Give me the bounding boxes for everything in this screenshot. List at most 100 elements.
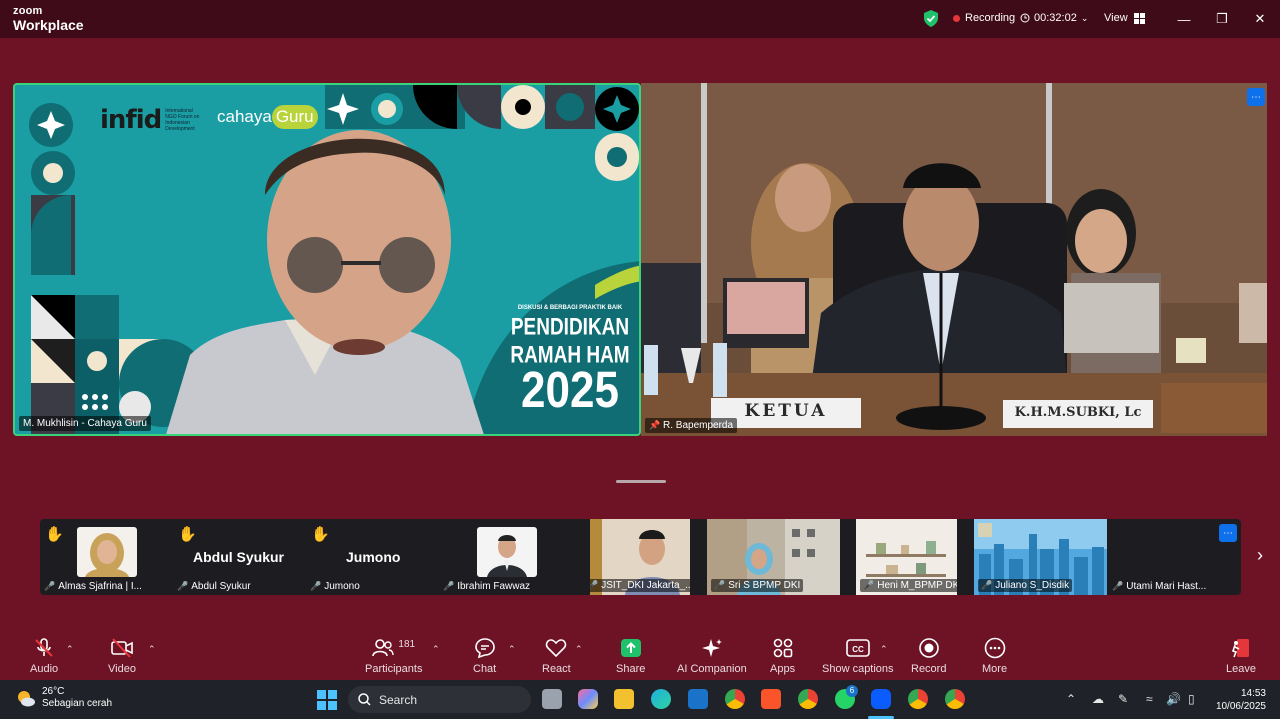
chat-button[interactable]: Chat [473,636,496,675]
gallery-tile[interactable]: 🎤 Heni M_BPMP DKI [856,519,957,595]
windows-start-icon[interactable] [317,690,337,710]
chrome-profile-icon[interactable] [725,689,745,709]
sparkle-icon [701,636,723,660]
share-button[interactable]: Share [616,636,645,675]
more-icon [984,636,1006,660]
zoom-app-icon[interactable] [871,689,891,709]
captions-options-chevron-icon[interactable]: ⌃ [880,644,888,655]
close-icon[interactable]: ✕ [1250,9,1270,29]
clock-time: 14:53 [1240,688,1266,699]
edge-browser-icon[interactable] [651,689,671,709]
participant-name-tag: M. Mukhlisin - Cahaya Guru [19,416,151,431]
pen-input-icon[interactable]: ✎ [1118,692,1128,706]
ai-companion-button[interactable]: AI Companion [677,636,747,675]
participants-button[interactable]: 181 Participants [365,636,422,676]
volume-icon[interactable]: 🔊 [1166,692,1181,706]
cloud-offline-icon[interactable]: ☁ [1092,692,1104,706]
mic-muted-icon: 🎤 [310,581,322,591]
wifi-icon[interactable]: ≈ [1146,692,1153,706]
chevron-up-icon[interactable]: ⌃ [1066,692,1076,706]
gallery-tile[interactable]: 🎤 JSIT_DKI Jakarta_... [590,519,690,595]
minimize-icon[interactable]: — [1174,9,1194,29]
battery-icon[interactable]: ▯ [1188,692,1195,706]
partly-sunny-icon [18,691,35,707]
view-label: View [1104,12,1128,24]
audio-options-chevron-icon[interactable]: ⌃ [66,644,74,655]
whatsapp-badge: 6 [846,685,858,697]
participant-name: Juliano S_Disdik [995,580,1070,591]
participant-name: Ibrahim Fawwaz [457,581,531,592]
resize-handle[interactable] [616,480,666,483]
weather-widget[interactable]: 26°C Sebagian cerah [16,686,112,710]
brave-browser-icon[interactable] [761,689,781,709]
react-options-chevron-icon[interactable]: ⌃ [575,644,583,655]
title-bar: zoom Workplace Recording 00:32:02 ⌄ View… [0,0,1280,38]
audio-label: Audio [30,663,59,675]
mic-muted-icon: 🎤 [177,581,189,591]
participant-video-person [166,130,484,434]
record-label: Record [911,663,947,675]
participant-name-tag: 🎤 Jumono [310,581,360,592]
more-options-icon[interactable]: ⋯ [1247,88,1265,106]
view-button[interactable]: View [1104,12,1145,24]
system-clock[interactable]: 14:53 10/06/2025 [1212,687,1266,713]
video-label: Video [108,663,136,675]
gallery-tile[interactable]: ✋ Abdul Syukur 🎤 Abdul Syukur [173,519,306,595]
svg-text:CC: CC [852,645,864,654]
chevron-down-icon: ⌄ [1080,12,1089,23]
record-button[interactable]: Record [911,636,946,675]
pin-icon: 📌 [649,420,661,430]
video-tile-bapemperda[interactable]: KETUA K.H.M.SUBKI, Lc 📌 R. Bapemperda ⋯ [641,83,1267,436]
taskbar-search[interactable]: Search [348,686,531,713]
participant-name: Jumono [324,581,360,592]
recording-indicator[interactable]: Recording [953,12,1015,24]
meeting-timer[interactable]: 00:32:02 ⌄ [1020,12,1088,24]
participant-name: Sri S BPMP DKI [728,580,801,591]
participants-icon: 181 [372,636,415,660]
participant-name: JSIT_DKI Jakarta_... [601,580,690,591]
audio-button[interactable]: Audio [30,636,58,675]
chrome-profile-2-icon[interactable] [908,689,928,709]
apps-button[interactable]: Apps [770,636,795,675]
task-view-icon[interactable] [542,689,562,709]
windows-taskbar: 26°C Sebagian cerah Search 6 ⌃ ☁ ✎ ≈ 🔊 ▯… [0,680,1280,719]
microphone-muted-icon [33,636,55,660]
more-button[interactable]: More [982,636,1007,675]
participant-name-tag: 🎤 Almas Sjafrina | I... [44,581,142,592]
mic-muted-icon: 🎤 [863,580,875,590]
participants-options-chevron-icon[interactable]: ⌃ [432,644,440,655]
gallery-tile[interactable]: ⋯ 🎤 Utami Mari Hast... [1108,519,1241,595]
participant-name: Abdul Syukur [191,581,251,592]
gallery-strip: ✋ 🎤 Almas Sjafrina | I... ✋ Abdul Syukur … [40,519,1241,595]
video-tile-speaker[interactable]: infid International NGO Forum on Indones… [13,83,641,436]
brand-large: Workplace [13,17,84,33]
show-captions-button[interactable]: CC Show captions [822,636,894,675]
raised-hand-icon: ✋ [311,526,330,543]
video-options-chevron-icon[interactable]: ⌃ [148,644,156,655]
restore-icon[interactable]: ❐ [1212,9,1232,29]
outlook-icon[interactable] [688,689,708,709]
gallery-tile[interactable]: ✋ Jumono 🎤 Jumono [306,519,439,595]
leave-button[interactable]: Leave [1226,636,1256,675]
chrome-profile-3-icon[interactable] [945,689,965,709]
chrome-icon[interactable] [798,689,818,709]
gallery-tile[interactable]: ✋ 🎤 Almas Sjafrina | I... [40,519,173,595]
file-explorer-icon[interactable] [614,689,634,709]
grid-view-icon [1133,12,1145,24]
more-label: More [982,663,1008,675]
encryption-shield-icon[interactable] [923,10,939,27]
search-icon [358,693,371,706]
brand-small: zoom [13,5,43,17]
gallery-next-icon[interactable]: › [1257,545,1263,566]
gallery-tile[interactable]: 🎤 Ibrahim Fawwaz [439,519,572,595]
gallery-tile[interactable]: 🎤 Juliano S_Disdik [974,519,1107,595]
mic-muted-icon: 🎤 [1112,581,1124,591]
more-options-icon[interactable]: ⋯ [1219,524,1237,542]
mic-muted-icon: 🎤 [714,580,726,590]
copilot-icon[interactable] [578,689,598,709]
video-button[interactable]: Video [108,636,136,675]
gallery-tile[interactable]: 🎤 Sri S BPMP DKI [707,519,840,595]
react-button[interactable]: React [542,636,571,675]
chat-options-chevron-icon[interactable]: ⌃ [508,644,516,655]
react-label: React [542,663,571,675]
